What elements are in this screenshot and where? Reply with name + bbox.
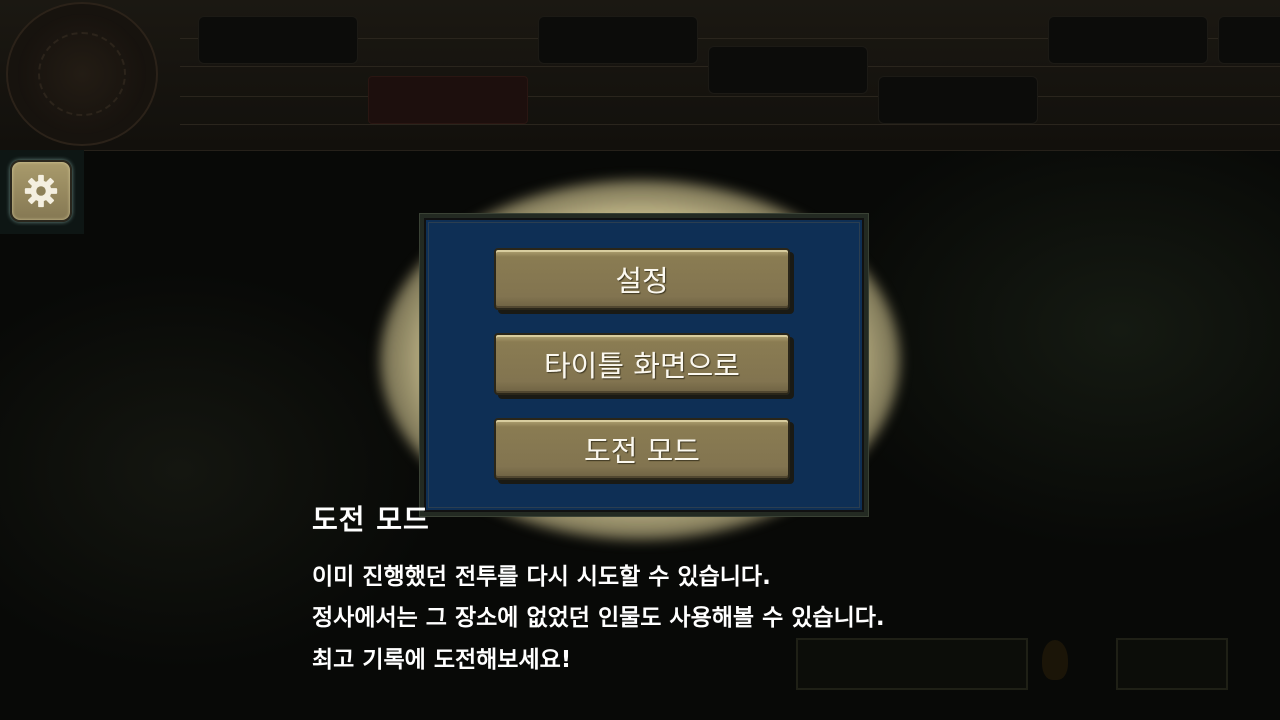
dim-plate — [538, 16, 698, 64]
torch-icon — [1042, 640, 1068, 680]
description-line: 이미 진행했던 전투를 다시 시도할 수 있습니다. — [312, 564, 771, 590]
description-title: 도전 모드 — [312, 503, 430, 536]
title-screen-button[interactable]: 타이틀 화면으로 — [494, 333, 790, 395]
dim-plate — [878, 76, 1038, 124]
gear-icon — [24, 174, 58, 208]
emblem-icon — [6, 2, 158, 146]
description-line: 최고 기록에 도전해보세요! — [312, 647, 572, 673]
dim-plate — [1048, 16, 1208, 64]
challenge-mode-button[interactable]: 도전 모드 — [494, 418, 790, 480]
dim-plate-red — [368, 76, 528, 124]
dim-plate — [708, 46, 868, 94]
settings-menu-button[interactable]: 설정 — [494, 248, 790, 310]
pause-menu-panel: 설정 타이틀 화면으로 도전 모드 — [420, 214, 868, 516]
dim-difficulty-button — [796, 638, 1028, 690]
dim-plate — [198, 16, 358, 64]
dim-plate — [1218, 16, 1280, 64]
dim-start-button — [1116, 638, 1228, 690]
settings-button[interactable] — [10, 160, 72, 222]
description-line: 정사에서는 그 장소에 없었던 인물도 사용해볼 수 있습니다. — [312, 605, 885, 631]
